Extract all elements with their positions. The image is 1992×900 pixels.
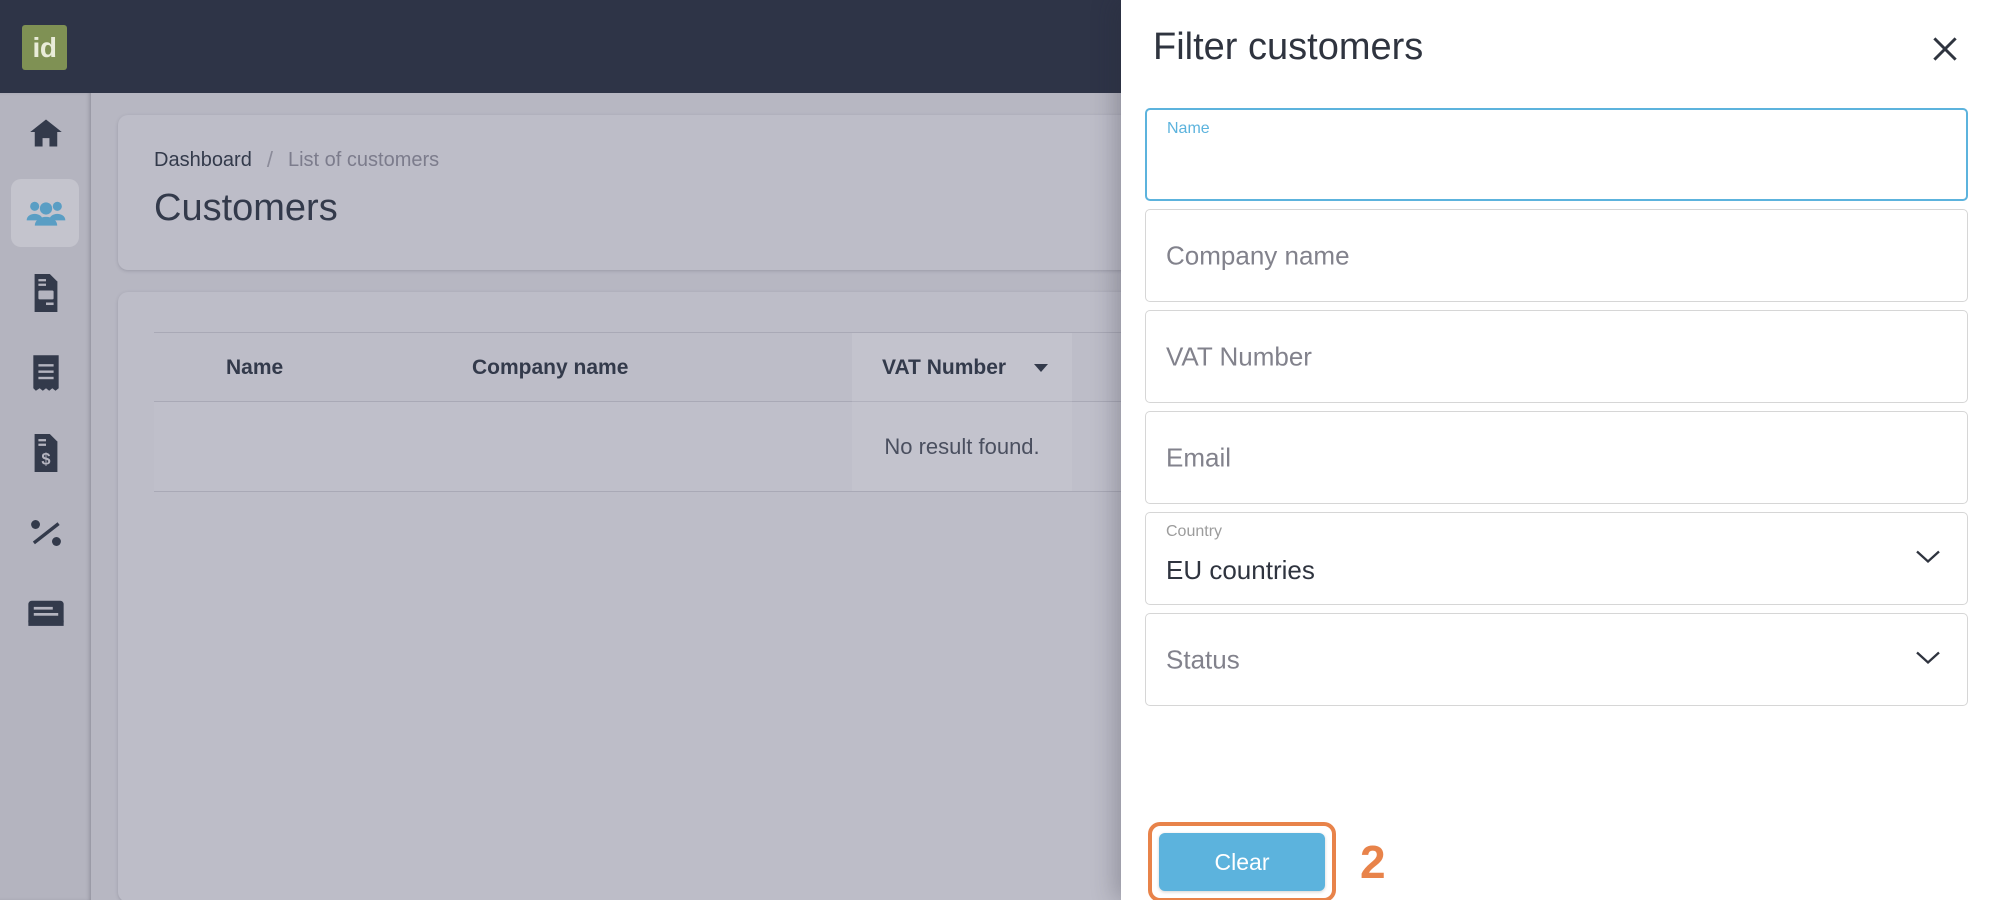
empty-state-message: No result found.	[852, 402, 1072, 491]
sidebar-item-quotes[interactable]	[0, 253, 91, 333]
breadcrumb-separator: /	[266, 147, 273, 172]
sidebar-item-invoices[interactable]: $	[0, 413, 91, 493]
users-icon	[26, 193, 66, 233]
sidebar-item-dashboard[interactable]	[0, 93, 91, 173]
sidebar-nav: $	[0, 93, 91, 900]
chevron-down-icon	[1034, 363, 1049, 372]
vat-number-field[interactable]: VAT Number	[1145, 310, 1968, 403]
breadcrumb-current: List of customers	[287, 148, 440, 171]
home-icon	[28, 115, 64, 151]
sidebar-item-receipts[interactable]	[0, 333, 91, 413]
country-select[interactable]: Country EU countries	[1145, 512, 1968, 605]
app-root: id $ Dashboard / List of customers Custo…	[0, 0, 1992, 900]
chevron-down-icon[interactable]	[1915, 548, 1941, 569]
email-field-placeholder: Email	[1166, 442, 1232, 472]
breadcrumb: Dashboard / List of customers	[154, 147, 439, 173]
column-header-vat-number[interactable]: VAT Number	[852, 333, 1072, 402]
filter-customers-panel: Filter customers Name Company name VAT N…	[1121, 0, 1992, 900]
breadcrumb-root[interactable]: Dashboard	[154, 149, 252, 172]
app-logo[interactable]: id	[22, 25, 67, 70]
sidebar-item-taxes[interactable]	[0, 493, 91, 573]
panel-title: Filter customers	[1153, 26, 1424, 68]
close-icon[interactable]	[1924, 28, 1966, 70]
sidebar-item-ledger[interactable]	[0, 573, 91, 653]
column-header-name[interactable]: Name	[226, 333, 283, 402]
vat-number-field-placeholder: VAT Number	[1166, 341, 1312, 371]
chevron-down-icon[interactable]	[1915, 649, 1941, 670]
country-select-value: EU countries	[1166, 555, 1315, 585]
annotation-highlight-ring: Clear	[1148, 822, 1336, 900]
email-field[interactable]: Email	[1145, 411, 1968, 504]
file-dollar-icon: $	[30, 434, 62, 472]
clear-button[interactable]: Clear	[1159, 833, 1325, 891]
country-select-label: Country	[1166, 523, 1223, 540]
column-header-vat-number-label: VAT Number	[882, 355, 1007, 379]
name-field[interactable]: Name	[1145, 108, 1968, 201]
status-select[interactable]: Status	[1145, 613, 1968, 706]
file-invoice-icon	[30, 274, 62, 312]
receipt-icon	[31, 354, 61, 392]
sidebar-item-customers[interactable]	[0, 173, 91, 253]
card-icon	[27, 598, 65, 628]
svg-text:$: $	[41, 450, 50, 468]
clear-action-area: Clear 2	[1148, 822, 1386, 900]
company-name-field-placeholder: Company name	[1166, 240, 1350, 270]
company-name-field[interactable]: Company name	[1145, 209, 1968, 302]
name-field-label: Name	[1167, 120, 1210, 137]
annotation-step-number: 2	[1360, 836, 1386, 888]
status-select-placeholder: Status	[1166, 644, 1240, 674]
column-header-company-name[interactable]: Company name	[472, 333, 628, 402]
percent-icon	[29, 517, 63, 549]
page-title: Customers	[154, 187, 338, 229]
filter-fields: Name Company name VAT Number Email Count…	[1145, 108, 1968, 714]
